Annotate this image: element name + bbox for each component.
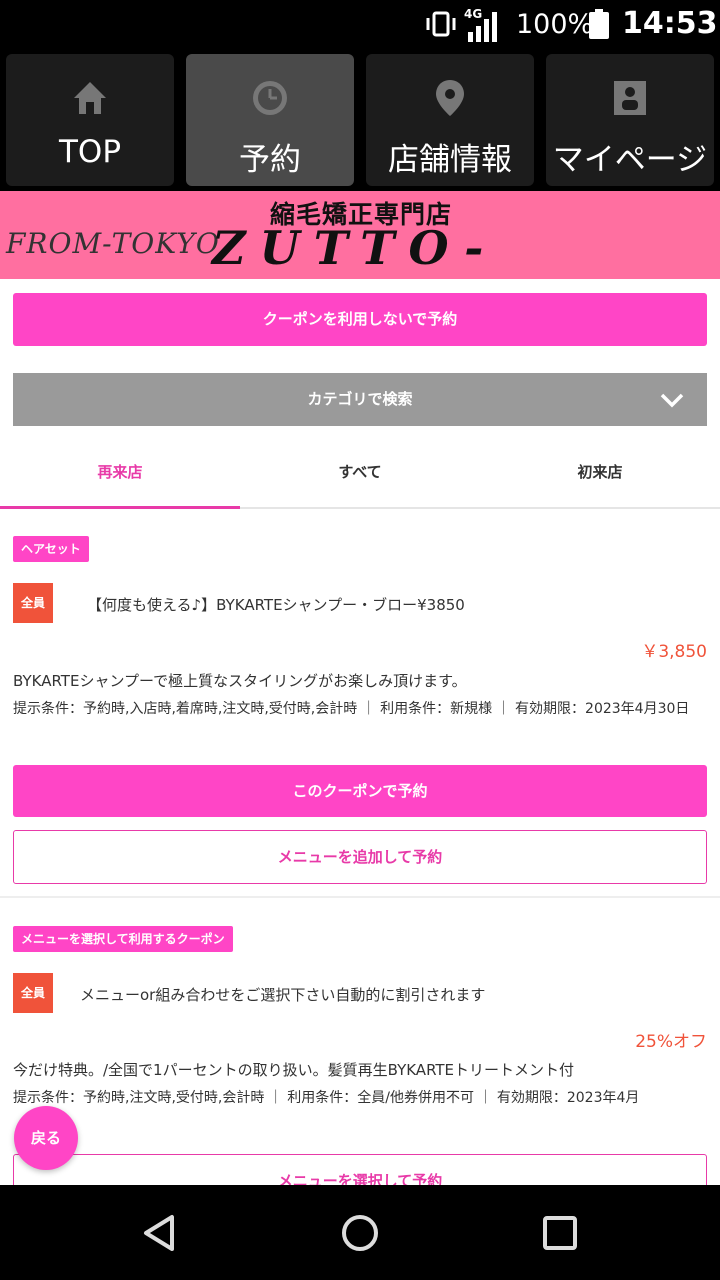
main-content: クーポンを利用しないで予約 カテゴリで検索 再来店 すべて 初来店 ヘアセット …	[0, 279, 720, 1185]
coupon-category-tag: ヘアセット	[13, 536, 89, 562]
home-icon	[74, 82, 106, 114]
home-circle-icon[interactable]	[340, 1213, 380, 1253]
battery-icon	[589, 9, 609, 39]
coupon-title: 【何度も使える♪】BYKARTEシャンプー・ブロー¥3850	[87, 596, 465, 614]
nav-store-info[interactable]: 店舗情報	[366, 54, 534, 186]
clock-time: 14:53	[622, 6, 718, 41]
coupon-category-tag: メニューを選択して利用するクーポン	[13, 926, 233, 952]
nav-label-reserve: 予約	[239, 142, 301, 178]
signal-icon: 4G	[464, 7, 497, 42]
banner-left-text: FROM-TOKYO	[6, 227, 220, 260]
visit-tabs: 再来店 すべて 初来店	[0, 439, 720, 509]
chevron-down-icon	[660, 393, 684, 408]
tab-all[interactable]: すべて	[240, 439, 480, 507]
tab-returning[interactable]: 再来店	[0, 439, 240, 509]
nav-label-mypage: マイページ	[552, 142, 708, 178]
nav-label-store-info: 店舗情報	[388, 142, 512, 178]
coupon-conditions: 提示条件：予約時,注文時,受付時,会計時 ｜ 利用条件：全員/他券併用不可 ｜ …	[13, 1090, 640, 1106]
clock-icon	[253, 81, 287, 115]
coupon-description: BYKARTEシャンプーで極上質なスタイリングがお楽しみ頂けます。	[13, 672, 467, 690]
nav-mypage[interactable]: マイページ	[546, 54, 714, 186]
coupon-price: ￥3,850	[641, 642, 707, 662]
coupon-conditions: 提示条件：予約時,入店時,着席時,注文時,受付時,会計時 ｜ 利用条件：新規様 …	[13, 701, 690, 717]
status-bar: 4G 100% 14:53	[0, 0, 720, 50]
back-triangle-icon[interactable]	[140, 1213, 180, 1253]
nav-reserve[interactable]: 予約	[186, 54, 354, 186]
top-nav: TOP 予約 店舗情報 マイページ	[0, 50, 720, 191]
map-pin-icon	[436, 80, 464, 116]
select-menu-reserve-button[interactable]: メニューを選択して予約	[13, 1154, 707, 1185]
coupon-description: 今だけ特典。/全国で1パーセントの取り扱い。髪質再生BYKARTEトリートメント…	[13, 1061, 575, 1079]
coupon-divider	[0, 896, 720, 898]
target-badge: 全員	[13, 973, 53, 1013]
vibrate-icon	[426, 11, 456, 37]
category-search-label: カテゴリで検索	[307, 390, 413, 408]
banner-main-text: ZUTTO-LIKES	[212, 221, 498, 279]
coupon-title: メニューor組み合わせをご選択下さい自動的に割引されます	[80, 986, 486, 1004]
network-type: 4G	[464, 7, 482, 21]
category-search-dropdown[interactable]: カテゴリで検索	[13, 373, 707, 426]
battery-percent: 100%	[516, 9, 594, 40]
recents-square-icon[interactable]	[540, 1213, 580, 1253]
target-badge: 全員	[13, 583, 53, 623]
nav-top[interactable]: TOP	[6, 54, 174, 186]
reserve-without-coupon-button[interactable]: クーポンを利用しないで予約	[13, 293, 707, 346]
coupon-discount: 25%オフ	[635, 1032, 707, 1052]
system-nav-bar	[0, 1185, 720, 1280]
user-card-icon	[614, 81, 646, 115]
nav-label-top: TOP	[58, 134, 122, 170]
shop-banner: 縮毛矯正専門店 FROM-TOKYO ZUTTO-LIKES	[0, 191, 720, 279]
add-menu-reserve-button[interactable]: メニューを追加して予約	[13, 830, 707, 884]
back-button[interactable]: 戻る	[14, 1106, 78, 1170]
tab-first-visit[interactable]: 初来店	[480, 439, 720, 507]
reserve-with-coupon-button[interactable]: このクーポンで予約	[13, 765, 707, 817]
